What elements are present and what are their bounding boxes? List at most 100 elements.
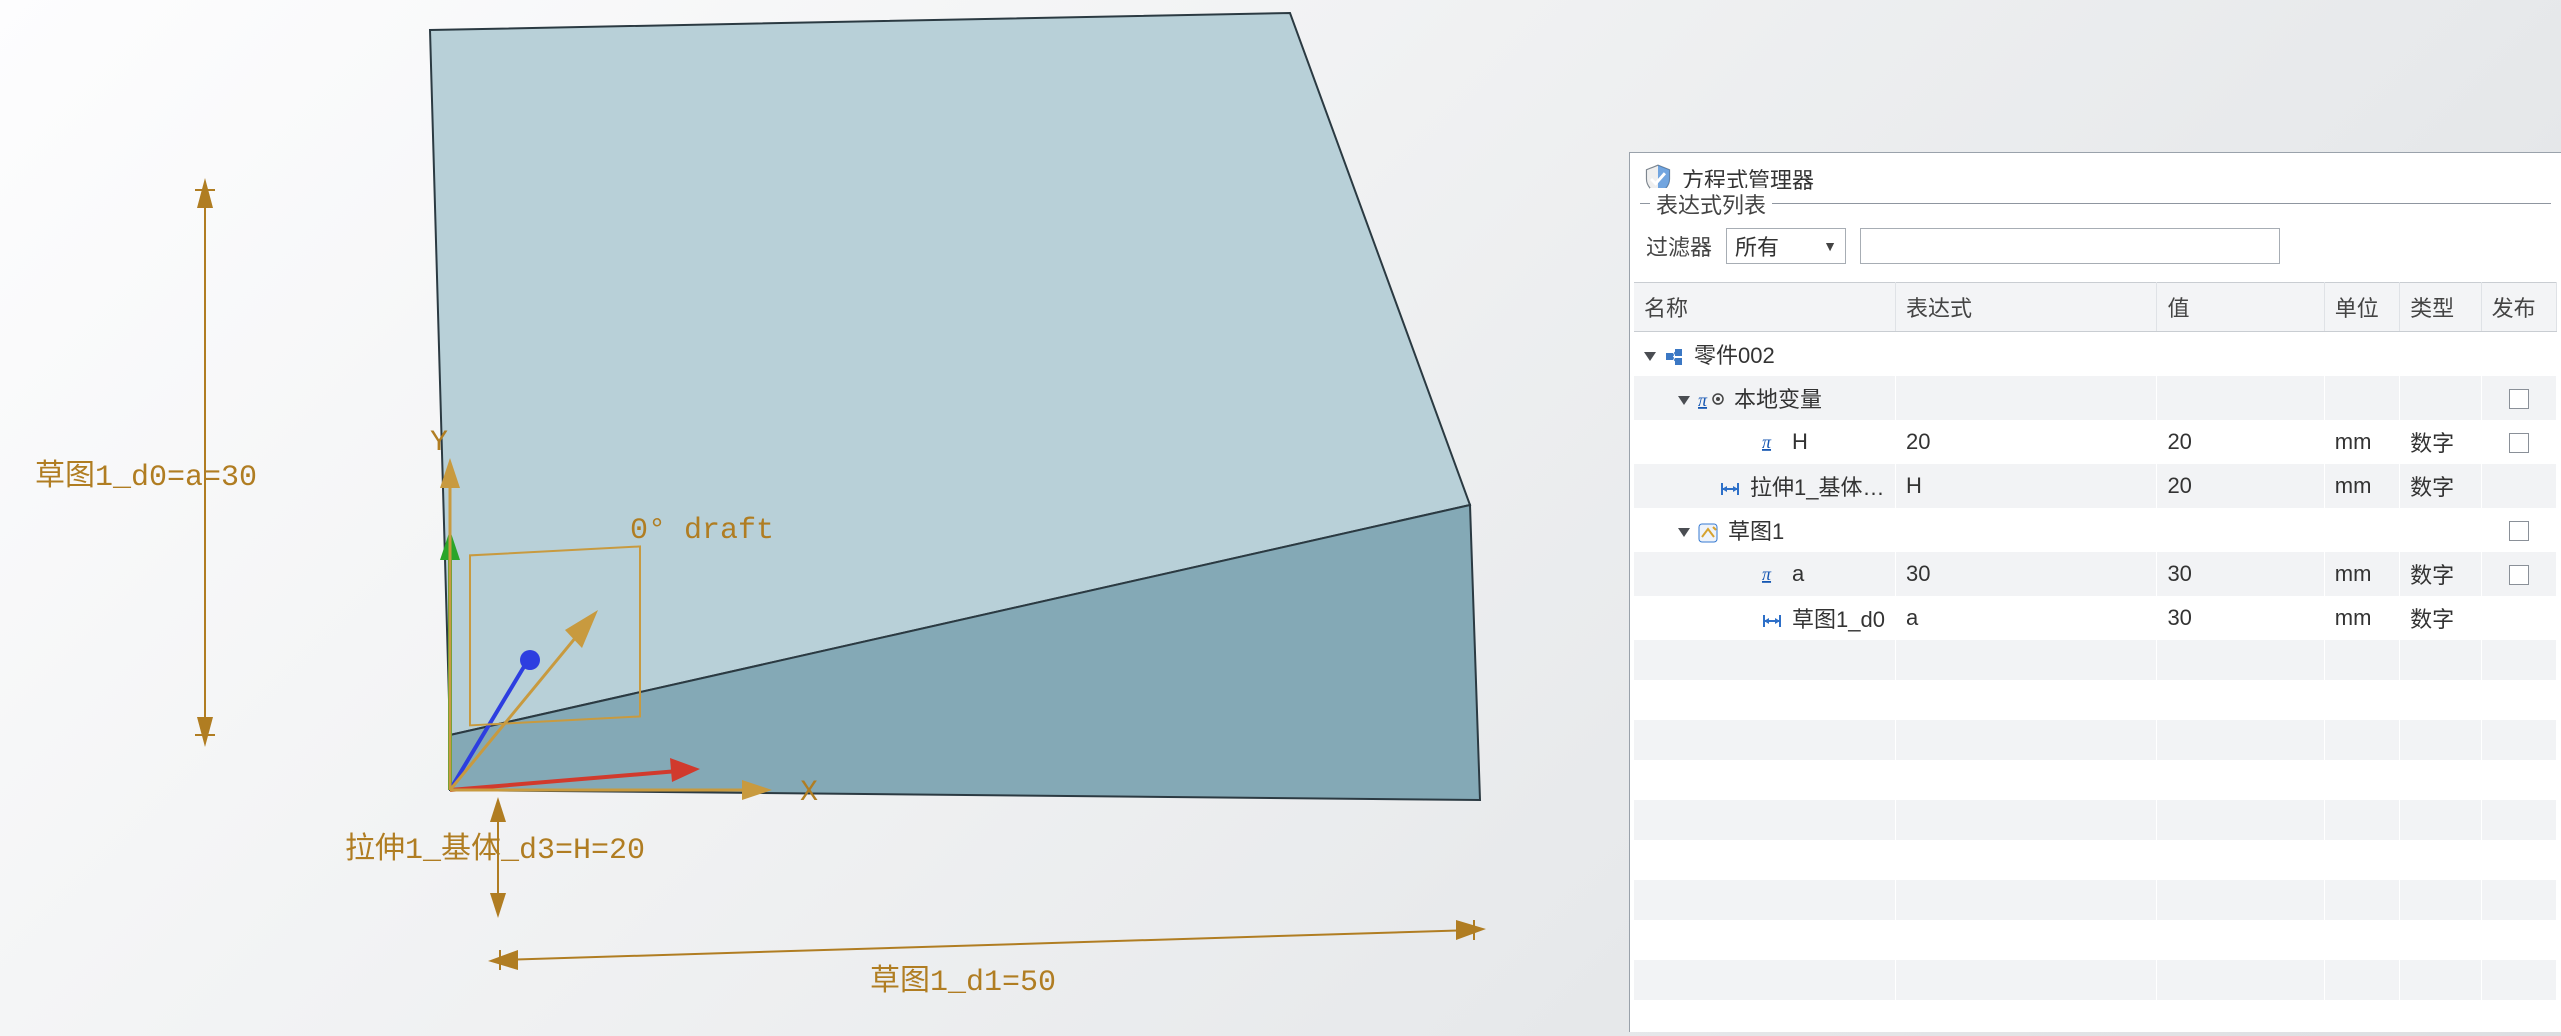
- row-name: H: [1792, 429, 1808, 454]
- ico-sketch-icon: [1698, 523, 1720, 543]
- dimension-height-label: 草图1_d0=a=30: [35, 459, 257, 495]
- ico-dim-icon: [1762, 611, 1784, 631]
- row-name: 零件002: [1694, 343, 1775, 368]
- col-header-publish[interactable]: 发布: [2481, 283, 2556, 332]
- cell-publish[interactable]: [2481, 464, 2556, 508]
- cell-expr[interactable]: 30: [1895, 552, 2156, 596]
- expand-caret-icon[interactable]: [1678, 528, 1690, 537]
- cell-type: [2400, 508, 2482, 552]
- axis-x-label: X: [800, 776, 818, 810]
- row-name: 拉伸1_基体_d3: [1750, 475, 1895, 500]
- grid-row-empty: [1634, 720, 2557, 760]
- expression-grid[interactable]: 名称 表达式 值 单位 类型 发布 零件002本地变量H2020mm数字拉伸1_…: [1634, 282, 2557, 1032]
- dimension-extrude-label: 拉伸1_基体_d3=H=20: [345, 832, 645, 868]
- cell-type: [2400, 376, 2482, 420]
- grid-row[interactable]: 本地变量: [1634, 376, 2557, 420]
- cell-unit: mm: [2324, 596, 2399, 640]
- cell-value[interactable]: [2157, 508, 2324, 552]
- dimension-width[interactable]: 草图1_d1=50: [488, 920, 1486, 1000]
- filter-label: 过滤器: [1646, 230, 1712, 262]
- col-header-unit[interactable]: 单位: [2324, 283, 2399, 332]
- grid-row[interactable]: 草图1: [1634, 508, 2557, 552]
- col-header-type[interactable]: 类型: [2400, 283, 2482, 332]
- equation-manager-panel: 方程式管理器 表达式列表 过滤器 所有 ▼ 名称 表达式 值 单位: [1629, 152, 2561, 1032]
- col-header-expr[interactable]: 表达式: [1895, 283, 2156, 332]
- cell-expr[interactable]: a: [1895, 596, 2156, 640]
- cell-name[interactable]: a: [1634, 552, 1895, 596]
- ico-pi-icon: [1762, 433, 1784, 453]
- filter-combo-value: 所有: [1735, 230, 1779, 262]
- grid-row-empty: [1634, 880, 2557, 920]
- col-header-name[interactable]: 名称: [1634, 283, 1895, 332]
- viewport-svg: X Y 草图1_d0=a=30 0° draft 拉伸1_基体_d3=H=20 …: [0, 0, 1620, 1036]
- row-name: a: [1792, 561, 1804, 586]
- cell-name[interactable]: 零件002: [1634, 332, 1895, 377]
- cell-type: 数字: [2400, 420, 2482, 464]
- cell-expr[interactable]: [1895, 508, 2156, 552]
- expression-list-fieldset: 表达式列表 过滤器 所有 ▼: [1640, 203, 2551, 282]
- cell-value[interactable]: 30: [2157, 552, 2324, 596]
- grid-header-row: 名称 表达式 值 单位 类型 发布: [1634, 283, 2557, 332]
- expand-caret-icon[interactable]: [1678, 396, 1690, 405]
- cell-name[interactable]: 草图1: [1634, 508, 1895, 552]
- grid-row-empty: [1634, 680, 2557, 720]
- row-name: 本地变量: [1734, 387, 1822, 412]
- dimension-height[interactable]: 草图1_d0=a=30: [35, 178, 257, 747]
- expand-caret-icon[interactable]: [1644, 352, 1656, 361]
- row-name: 草图1_d0: [1792, 607, 1885, 632]
- cell-expr[interactable]: H: [1895, 464, 2156, 508]
- cad-viewport[interactable]: X Y 草图1_d0=a=30 0° draft 拉伸1_基体_d3=H=20 …: [0, 0, 1620, 1036]
- publish-checkbox[interactable]: [2509, 433, 2529, 453]
- cell-unit: mm: [2324, 464, 2399, 508]
- ico-dim-icon: [1720, 479, 1742, 499]
- cell-name[interactable]: 草图1_d0: [1634, 596, 1895, 640]
- ico-part-icon: [1664, 347, 1686, 367]
- cell-publish[interactable]: [2481, 420, 2556, 464]
- cell-name[interactable]: 本地变量: [1634, 376, 1895, 420]
- fieldset-legend: 表达式列表: [1650, 188, 1772, 220]
- cell-expr[interactable]: [1895, 332, 2156, 377]
- cell-unit: [2324, 376, 2399, 420]
- filter-search-input[interactable]: [1860, 228, 2280, 264]
- cell-publish[interactable]: [2481, 596, 2556, 640]
- dimension-extrude[interactable]: 拉伸1_基体_d3=H=20: [345, 797, 645, 918]
- cell-value[interactable]: 30: [2157, 596, 2324, 640]
- grid-row[interactable]: a3030mm数字: [1634, 552, 2557, 596]
- cell-value[interactable]: [2157, 332, 2324, 377]
- ico-pi-icon: [1762, 565, 1784, 585]
- cell-unit: [2324, 332, 2399, 377]
- grid-row-empty: [1634, 1000, 2557, 1032]
- publish-checkbox[interactable]: [2509, 565, 2529, 585]
- publish-checkbox[interactable]: [2509, 389, 2529, 409]
- filter-combo[interactable]: 所有 ▼: [1726, 228, 1846, 264]
- cell-publish[interactable]: [2481, 508, 2556, 552]
- cell-type: 数字: [2400, 464, 2482, 508]
- row-name: 草图1: [1728, 519, 1784, 544]
- grid-row[interactable]: 草图1_d0 a30mm数字: [1634, 596, 2557, 640]
- grid-row-empty: [1634, 800, 2557, 840]
- grid-row-empty: [1634, 640, 2557, 680]
- grid-row[interactable]: 拉伸1_基体_d3H20mm数字: [1634, 464, 2557, 508]
- grid-row[interactable]: 零件002: [1634, 332, 2557, 377]
- cell-value[interactable]: 20: [2157, 464, 2324, 508]
- cell-unit: mm: [2324, 552, 2399, 596]
- cell-unit: mm: [2324, 420, 2399, 464]
- cell-expr[interactable]: [1895, 376, 2156, 420]
- col-header-value[interactable]: 值: [2157, 283, 2324, 332]
- axis-y-label: Y: [430, 426, 448, 460]
- grid-row[interactable]: H2020mm数字: [1634, 420, 2557, 464]
- publish-checkbox[interactable]: [2509, 521, 2529, 541]
- cell-type: 数字: [2400, 596, 2482, 640]
- cell-publish[interactable]: [2481, 376, 2556, 420]
- cell-publish[interactable]: [2481, 552, 2556, 596]
- ico-pi-eye-icon: [1698, 391, 1726, 411]
- grid-row-empty: [1634, 960, 2557, 1000]
- cell-value[interactable]: 20: [2157, 420, 2324, 464]
- grid-row-empty: [1634, 840, 2557, 880]
- cell-publish[interactable]: [2481, 332, 2556, 377]
- cell-value[interactable]: [2157, 376, 2324, 420]
- cell-name[interactable]: H: [1634, 420, 1895, 464]
- cell-name[interactable]: 拉伸1_基体_d3: [1634, 464, 1895, 508]
- cell-unit: [2324, 508, 2399, 552]
- cell-expr[interactable]: 20: [1895, 420, 2156, 464]
